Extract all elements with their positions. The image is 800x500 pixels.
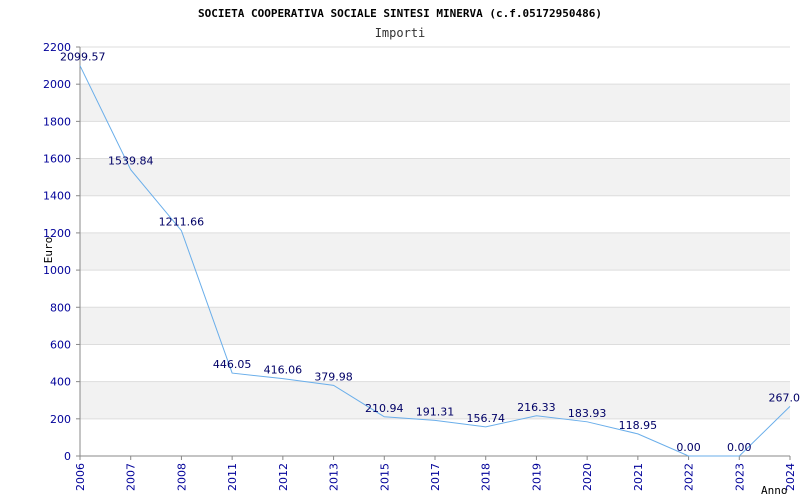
plot-band bbox=[80, 307, 790, 345]
data-label: 191.31 bbox=[416, 405, 455, 418]
data-label: 156.74 bbox=[466, 412, 505, 425]
plot-bands bbox=[80, 84, 790, 419]
y-tick-label: 600 bbox=[50, 338, 71, 351]
x-tick-label: 2007 bbox=[125, 463, 138, 491]
x-tick-label: 2019 bbox=[530, 463, 543, 491]
line-chart: SOCIETA COOPERATIVA SOCIALE SINTESI MINE… bbox=[42, 7, 800, 497]
data-label: 2099.57 bbox=[60, 51, 106, 64]
y-tick-label: 2000 bbox=[43, 78, 71, 91]
data-label: 1539.84 bbox=[108, 155, 154, 168]
x-tick-label: 2023 bbox=[733, 463, 746, 491]
data-label: 118.95 bbox=[619, 419, 658, 432]
x-tick-label: 2008 bbox=[175, 463, 188, 491]
plot-band bbox=[80, 158, 790, 196]
y-axis-label: Euro bbox=[42, 237, 55, 264]
y-tick-label: 800 bbox=[50, 301, 71, 314]
data-label: 416.06 bbox=[264, 364, 303, 377]
x-axis-label: Anno bbox=[761, 484, 788, 497]
data-label: 379.98 bbox=[314, 370, 353, 383]
plot-band bbox=[80, 84, 790, 122]
data-label: 0.00 bbox=[676, 441, 701, 454]
x-tick-label: 2022 bbox=[683, 463, 696, 491]
data-label: 267.0 bbox=[769, 391, 800, 404]
y-tick-label: 1600 bbox=[43, 153, 71, 166]
data-label: 0.00 bbox=[727, 441, 752, 454]
y-tick-label: 1400 bbox=[43, 190, 71, 203]
plot-band bbox=[80, 232, 790, 271]
data-label: 1211.66 bbox=[159, 216, 205, 229]
x-tick-label: 2013 bbox=[328, 463, 341, 491]
y-tick-label: 0 bbox=[64, 450, 71, 463]
y-tick-label: 200 bbox=[50, 413, 71, 426]
x-tick-label: 2018 bbox=[480, 463, 493, 491]
x-tick-label: 2017 bbox=[429, 463, 442, 491]
data-label: 183.93 bbox=[568, 407, 607, 420]
x-tick-labels: 2006 2007 2008 2011 2012 2013 2015 2017 2018 2019… bbox=[74, 463, 797, 491]
x-tick-label: 2021 bbox=[632, 463, 645, 491]
chart-subtitle: Importi bbox=[375, 26, 426, 40]
x-tick-label: 2012 bbox=[277, 463, 290, 491]
data-label: 216.33 bbox=[517, 401, 556, 414]
y-tick-label: 1000 bbox=[43, 264, 71, 277]
y-tick-label: 1800 bbox=[43, 115, 71, 128]
data-label: 446.05 bbox=[213, 358, 252, 371]
data-label: 210.94 bbox=[365, 402, 404, 415]
y-tick-label: 400 bbox=[50, 376, 71, 389]
x-tick-label: 2015 bbox=[378, 463, 391, 491]
x-tick-label: 2006 bbox=[74, 463, 87, 491]
x-tick-label: 2011 bbox=[226, 463, 239, 491]
chart-title: SOCIETA COOPERATIVA SOCIALE SINTESI MINE… bbox=[198, 7, 602, 20]
x-tick-label: 2020 bbox=[581, 463, 594, 491]
